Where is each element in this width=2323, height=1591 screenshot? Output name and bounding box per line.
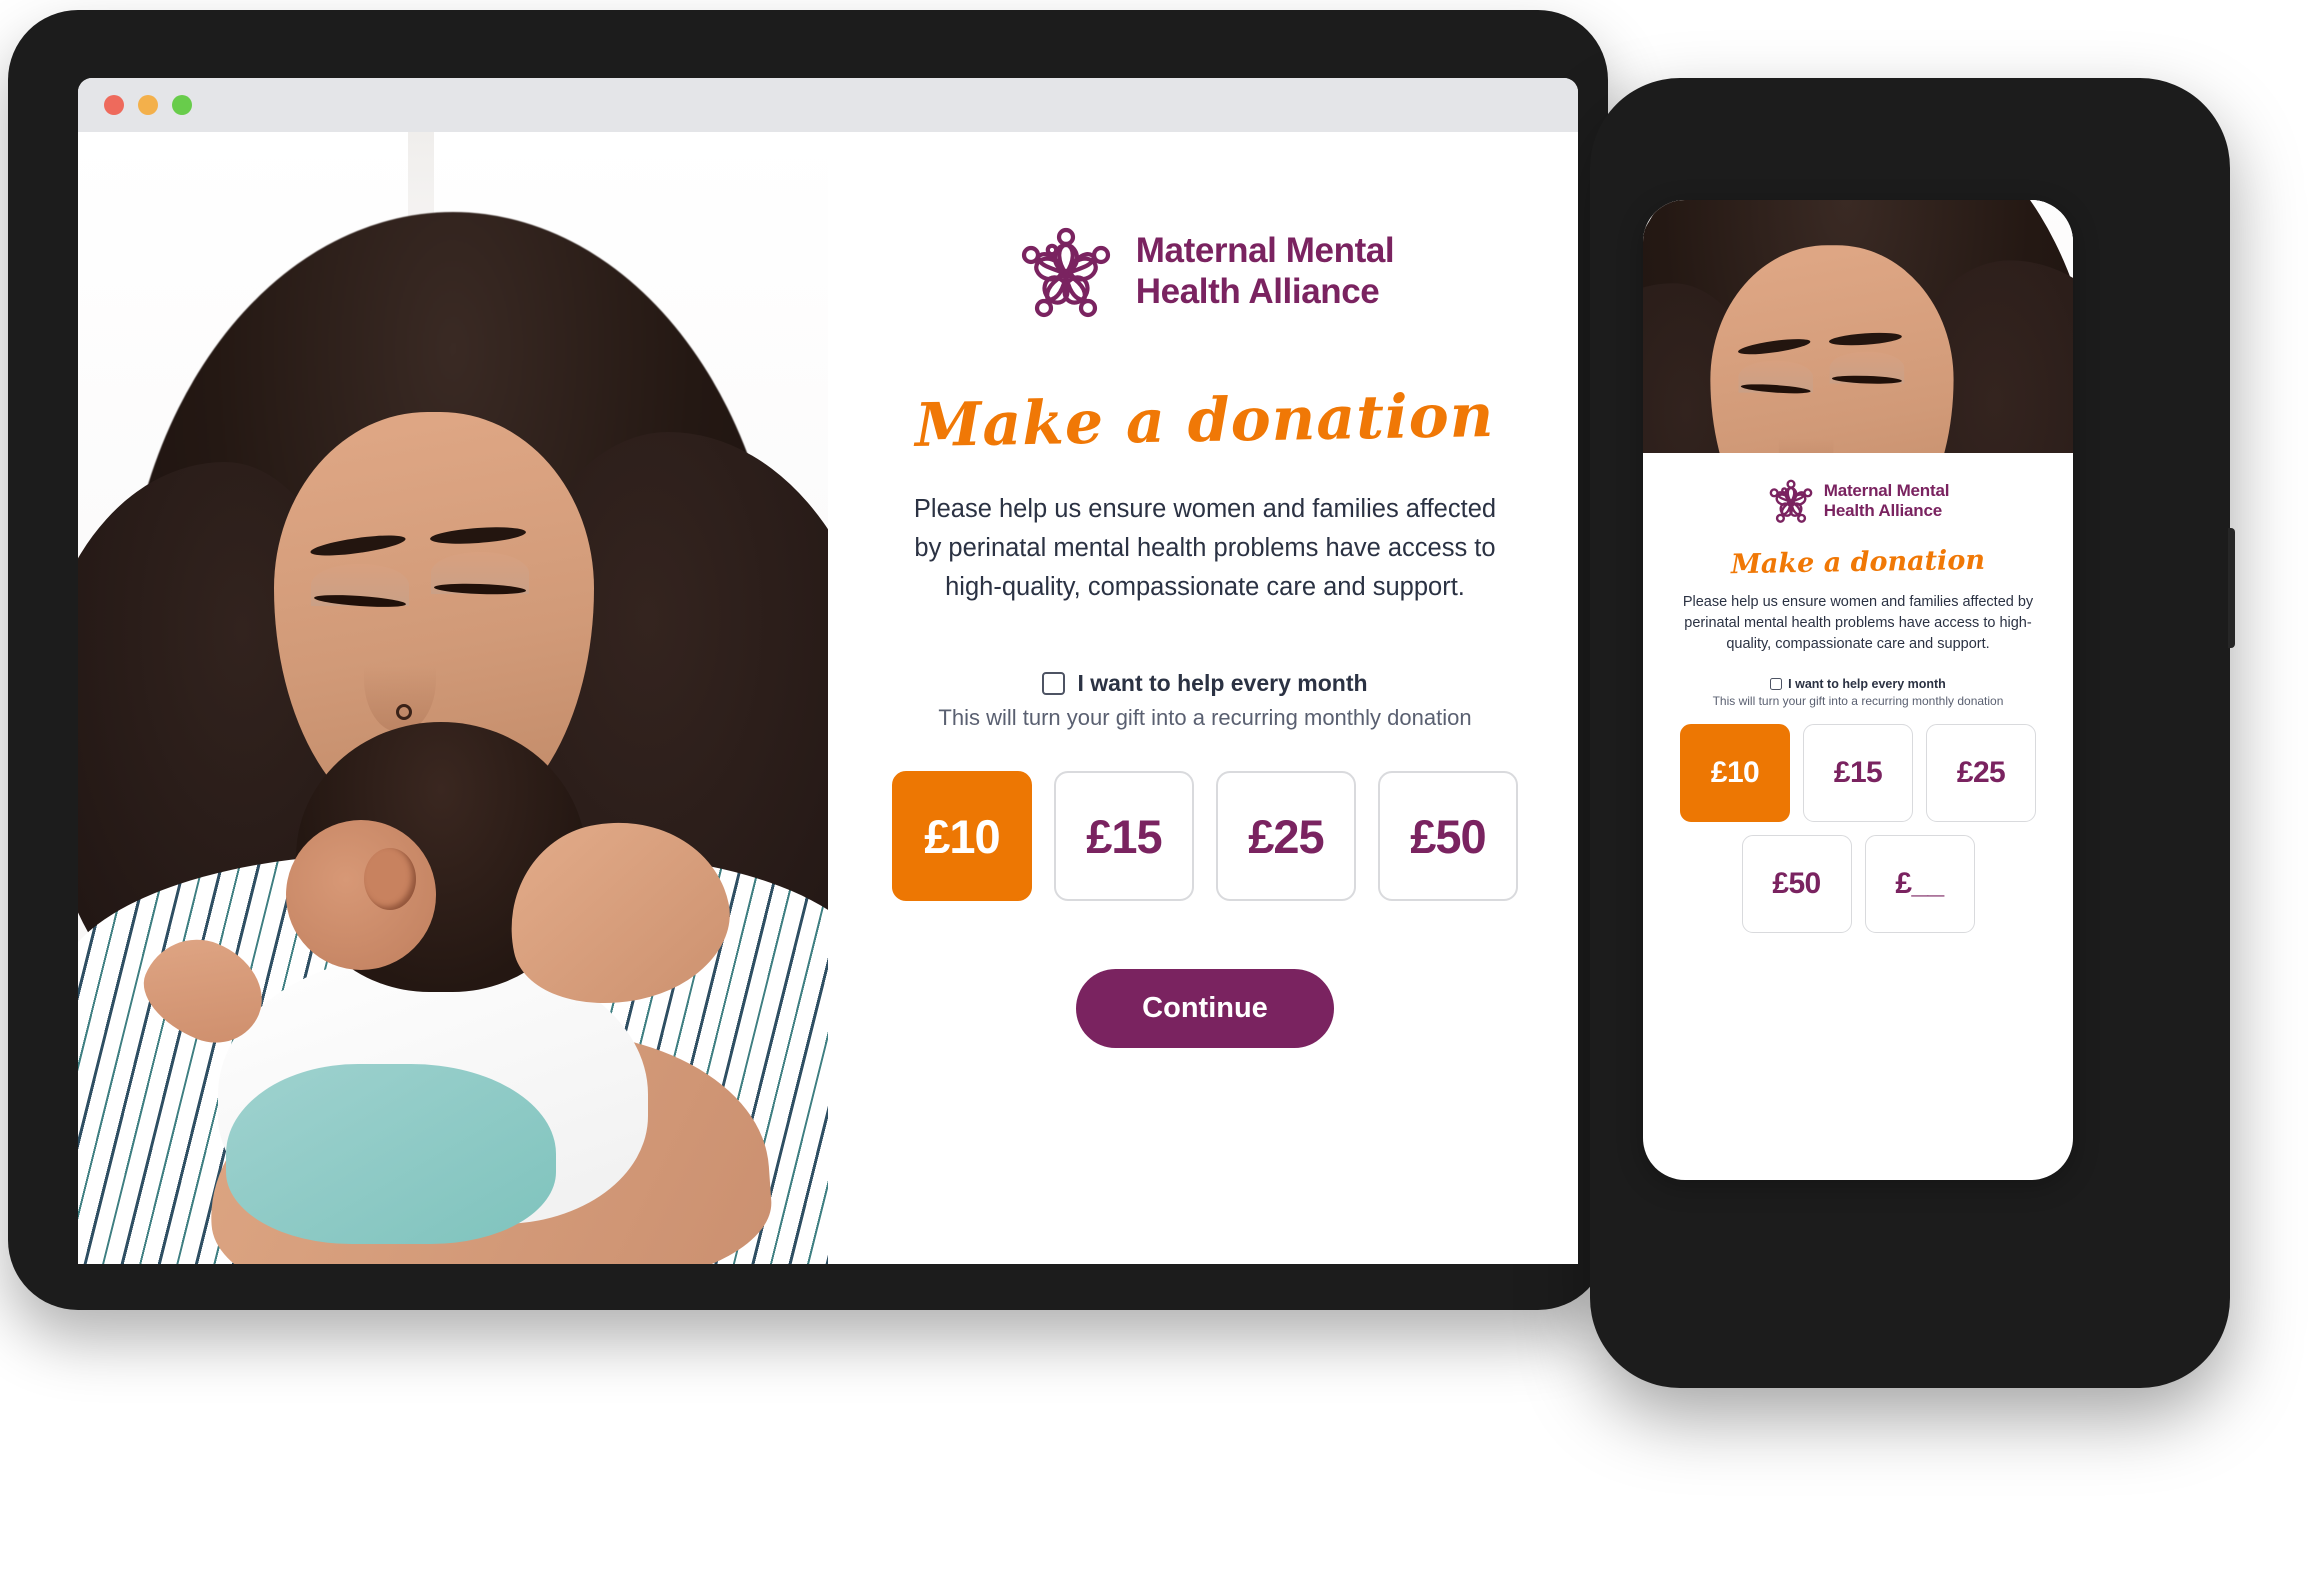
- brand-logo: Maternal Mental Health Alliance: [1016, 222, 1395, 322]
- mobile-amount-option-50[interactable]: £50: [1741, 835, 1852, 934]
- close-icon[interactable]: [104, 95, 124, 115]
- mobile-recurring-checkbox-label: I want to help every month: [1788, 677, 1946, 692]
- mobile-amount-option-25[interactable]: £25: [1926, 724, 2036, 823]
- continue-button[interactable]: Continue: [1076, 969, 1334, 1049]
- browser-window: Maternal Mental Health Alliance Make a d…: [78, 78, 1578, 1264]
- amount-option-10[interactable]: £10: [892, 771, 1032, 902]
- mobile-hero-photo-illustration: [1643, 200, 2073, 453]
- recurring-help-text: This will turn your gift into a recurrin…: [938, 705, 1472, 731]
- mobile-brand-logo: Maternal Mental Health Alliance: [1767, 477, 1949, 525]
- browser-content: Maternal Mental Health Alliance Make a d…: [78, 132, 1578, 1264]
- mobile-brand-name-line2: Health Alliance: [1823, 501, 1942, 520]
- mobile-amount-option-15[interactable]: £15: [1803, 724, 1913, 823]
- recurring-checkbox[interactable]: [1042, 672, 1066, 696]
- recurring-checkbox-row[interactable]: I want to help every month: [938, 670, 1471, 697]
- intro-text: Please help us ensure women and families…: [913, 495, 1497, 601]
- maximize-icon[interactable]: [172, 95, 192, 115]
- hero-photo: [78, 132, 828, 1264]
- page-title: Make a donation: [914, 380, 1496, 462]
- phone-side-button[interactable]: [2228, 528, 2235, 648]
- mobile-brand-name-line1: Maternal Mental: [1823, 481, 1950, 501]
- mobile-recurring-checkbox[interactable]: [1770, 678, 1783, 691]
- mobile-brand-name: Maternal Mental Health Alliance: [1823, 481, 1950, 520]
- brand-name-line2: Health Alliance: [1135, 272, 1380, 311]
- brand-name-line1: Maternal Mental: [1135, 231, 1395, 271]
- phone-screen: Maternal Mental Health Alliance Make a d…: [1643, 200, 2073, 1180]
- mmha-knot-logo-icon: [1769, 479, 1813, 523]
- mobile-recurring-checkbox-row[interactable]: I want to help every month: [1713, 677, 2004, 691]
- mobile-intro-text: Please help us ensure women and families…: [1682, 594, 2034, 653]
- amount-options: £10 £15 £25 £50: [892, 771, 1518, 902]
- brand-name: Maternal Mental Health Alliance: [1136, 231, 1395, 312]
- amount-option-25[interactable]: £25: [1216, 771, 1356, 902]
- mobile-amount-options: £10 £15 £25 £50 £__: [1663, 724, 2053, 934]
- screenshot-stage: Maternal Mental Health Alliance Make a d…: [0, 0, 2323, 1591]
- mobile-recurring-donation-block: I want to help every month This will tur…: [1713, 677, 2004, 708]
- donation-form: Maternal Mental Health Alliance Make a d…: [828, 132, 1578, 1264]
- mobile-amount-option-10[interactable]: £10: [1680, 724, 1790, 823]
- mobile-amount-option-custom[interactable]: £__: [1864, 835, 1975, 934]
- hero-photo-illustration: [78, 132, 828, 1264]
- recurring-checkbox-label: I want to help every month: [1077, 670, 1368, 697]
- mmha-knot-logo-icon: [1021, 227, 1110, 318]
- browser-titlebar: [78, 78, 1578, 132]
- amount-option-15[interactable]: £15: [1054, 771, 1194, 902]
- mobile-hero-photo: [1643, 200, 2073, 453]
- mobile-donation-form: Maternal Mental Health Alliance Make a d…: [1643, 453, 2073, 934]
- recurring-donation-block: I want to help every month This will tur…: [938, 670, 1471, 731]
- mobile-recurring-help-text: This will turn your gift into a recurrin…: [1712, 694, 2004, 709]
- mobile-page-title: Make a donation: [1730, 544, 1986, 581]
- minimize-icon[interactable]: [138, 95, 158, 115]
- amount-option-50[interactable]: £50: [1378, 771, 1518, 902]
